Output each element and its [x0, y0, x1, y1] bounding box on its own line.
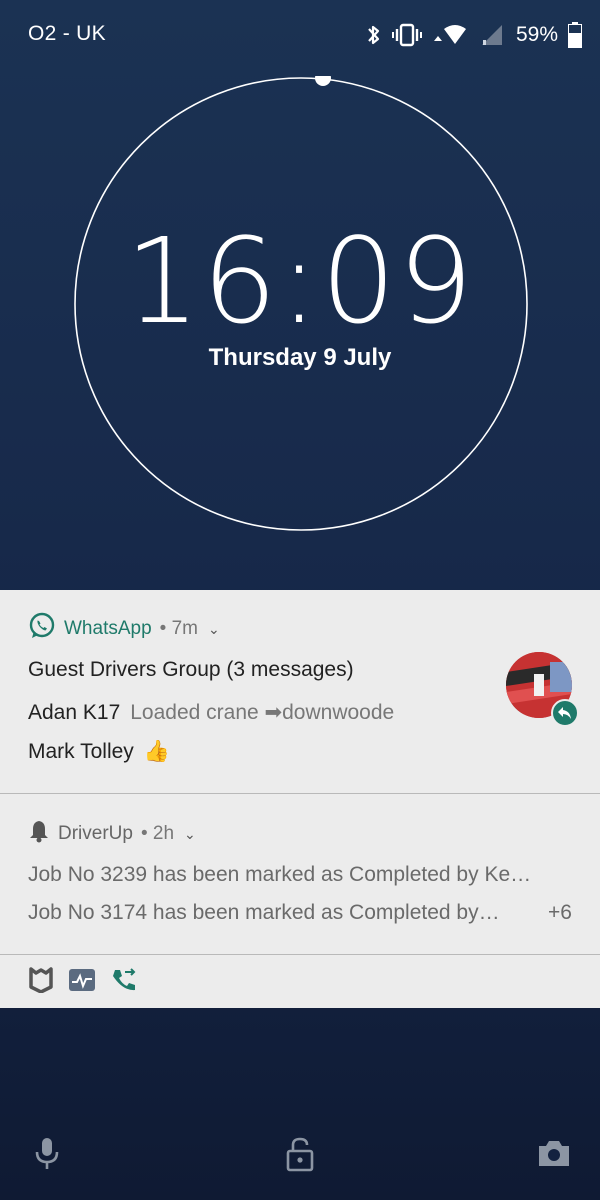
reply-icon[interactable] — [551, 699, 579, 727]
status-bar: O2 - UK 59% — [0, 0, 600, 70]
notification-header: WhatsApp • 7m ⌄ — [28, 612, 220, 642]
notification-title: Guest Drivers Group (3 messages) — [28, 658, 354, 681]
driverup-notification[interactable]: DriverUp • 2h ⌄ Job No 3239 has been mar… — [0, 795, 600, 955]
battery-icon — [568, 22, 582, 48]
activity-icon[interactable] — [68, 968, 96, 997]
message-row: Mark Tolley 👍 — [28, 740, 170, 764]
notification-time: • 2h — [140, 823, 175, 844]
camera-icon[interactable] — [536, 1136, 572, 1175]
vibrate-icon — [391, 23, 422, 47]
chevron-down-icon[interactable]: ⌄ — [184, 826, 196, 843]
cell-signal-icon — [480, 23, 504, 47]
clock-ring-indicator — [315, 76, 331, 86]
whatsapp-icon — [28, 612, 56, 646]
more-count-badge: +6 — [548, 901, 572, 924]
carrier-name: O2 - UK — [28, 22, 106, 45]
microphone-icon[interactable] — [33, 1136, 61, 1177]
notification-line: Job No 3174 has been marked as Completed… — [28, 901, 500, 924]
clock-time: 16:09 — [124, 212, 476, 350]
notification-line: Job No 3239 has been marked as Completed… — [28, 863, 532, 886]
message-sender: Adan K17 — [28, 701, 121, 724]
notification-header: DriverUp • 2h ⌄ — [28, 821, 196, 847]
clock-date: Thursday 9 July — [208, 344, 392, 371]
message-sender: Mark Tolley — [28, 740, 134, 763]
message-row: Adan K17 Loaded crane ➡downwoode — [28, 700, 394, 725]
notification-shelf — [28, 966, 138, 998]
app-name: WhatsApp — [64, 618, 152, 639]
wifi-icon — [432, 23, 470, 47]
battery-percent: 59% — [515, 23, 558, 46]
thumbs-up-icon: 👍 — [143, 740, 170, 763]
shield-icon[interactable] — [28, 966, 54, 998]
notification-time: • 7m — [159, 618, 198, 639]
message-text: Loaded crane ➡downwoode — [130, 701, 395, 724]
chevron-down-icon[interactable]: ⌄ — [208, 621, 220, 638]
call-forward-icon[interactable] — [110, 967, 138, 998]
notification-panel: WhatsApp • 7m ⌄ Guest Drivers Group (3 m… — [0, 590, 600, 1008]
whatsapp-notification[interactable]: WhatsApp • 7m ⌄ Guest Drivers Group (3 m… — [0, 590, 600, 794]
bluetooth-icon — [366, 23, 382, 47]
app-name: DriverUp — [58, 823, 133, 844]
status-icons: 59% — [366, 20, 582, 50]
bell-icon — [28, 819, 50, 849]
unlock-icon[interactable] — [285, 1136, 315, 1177]
